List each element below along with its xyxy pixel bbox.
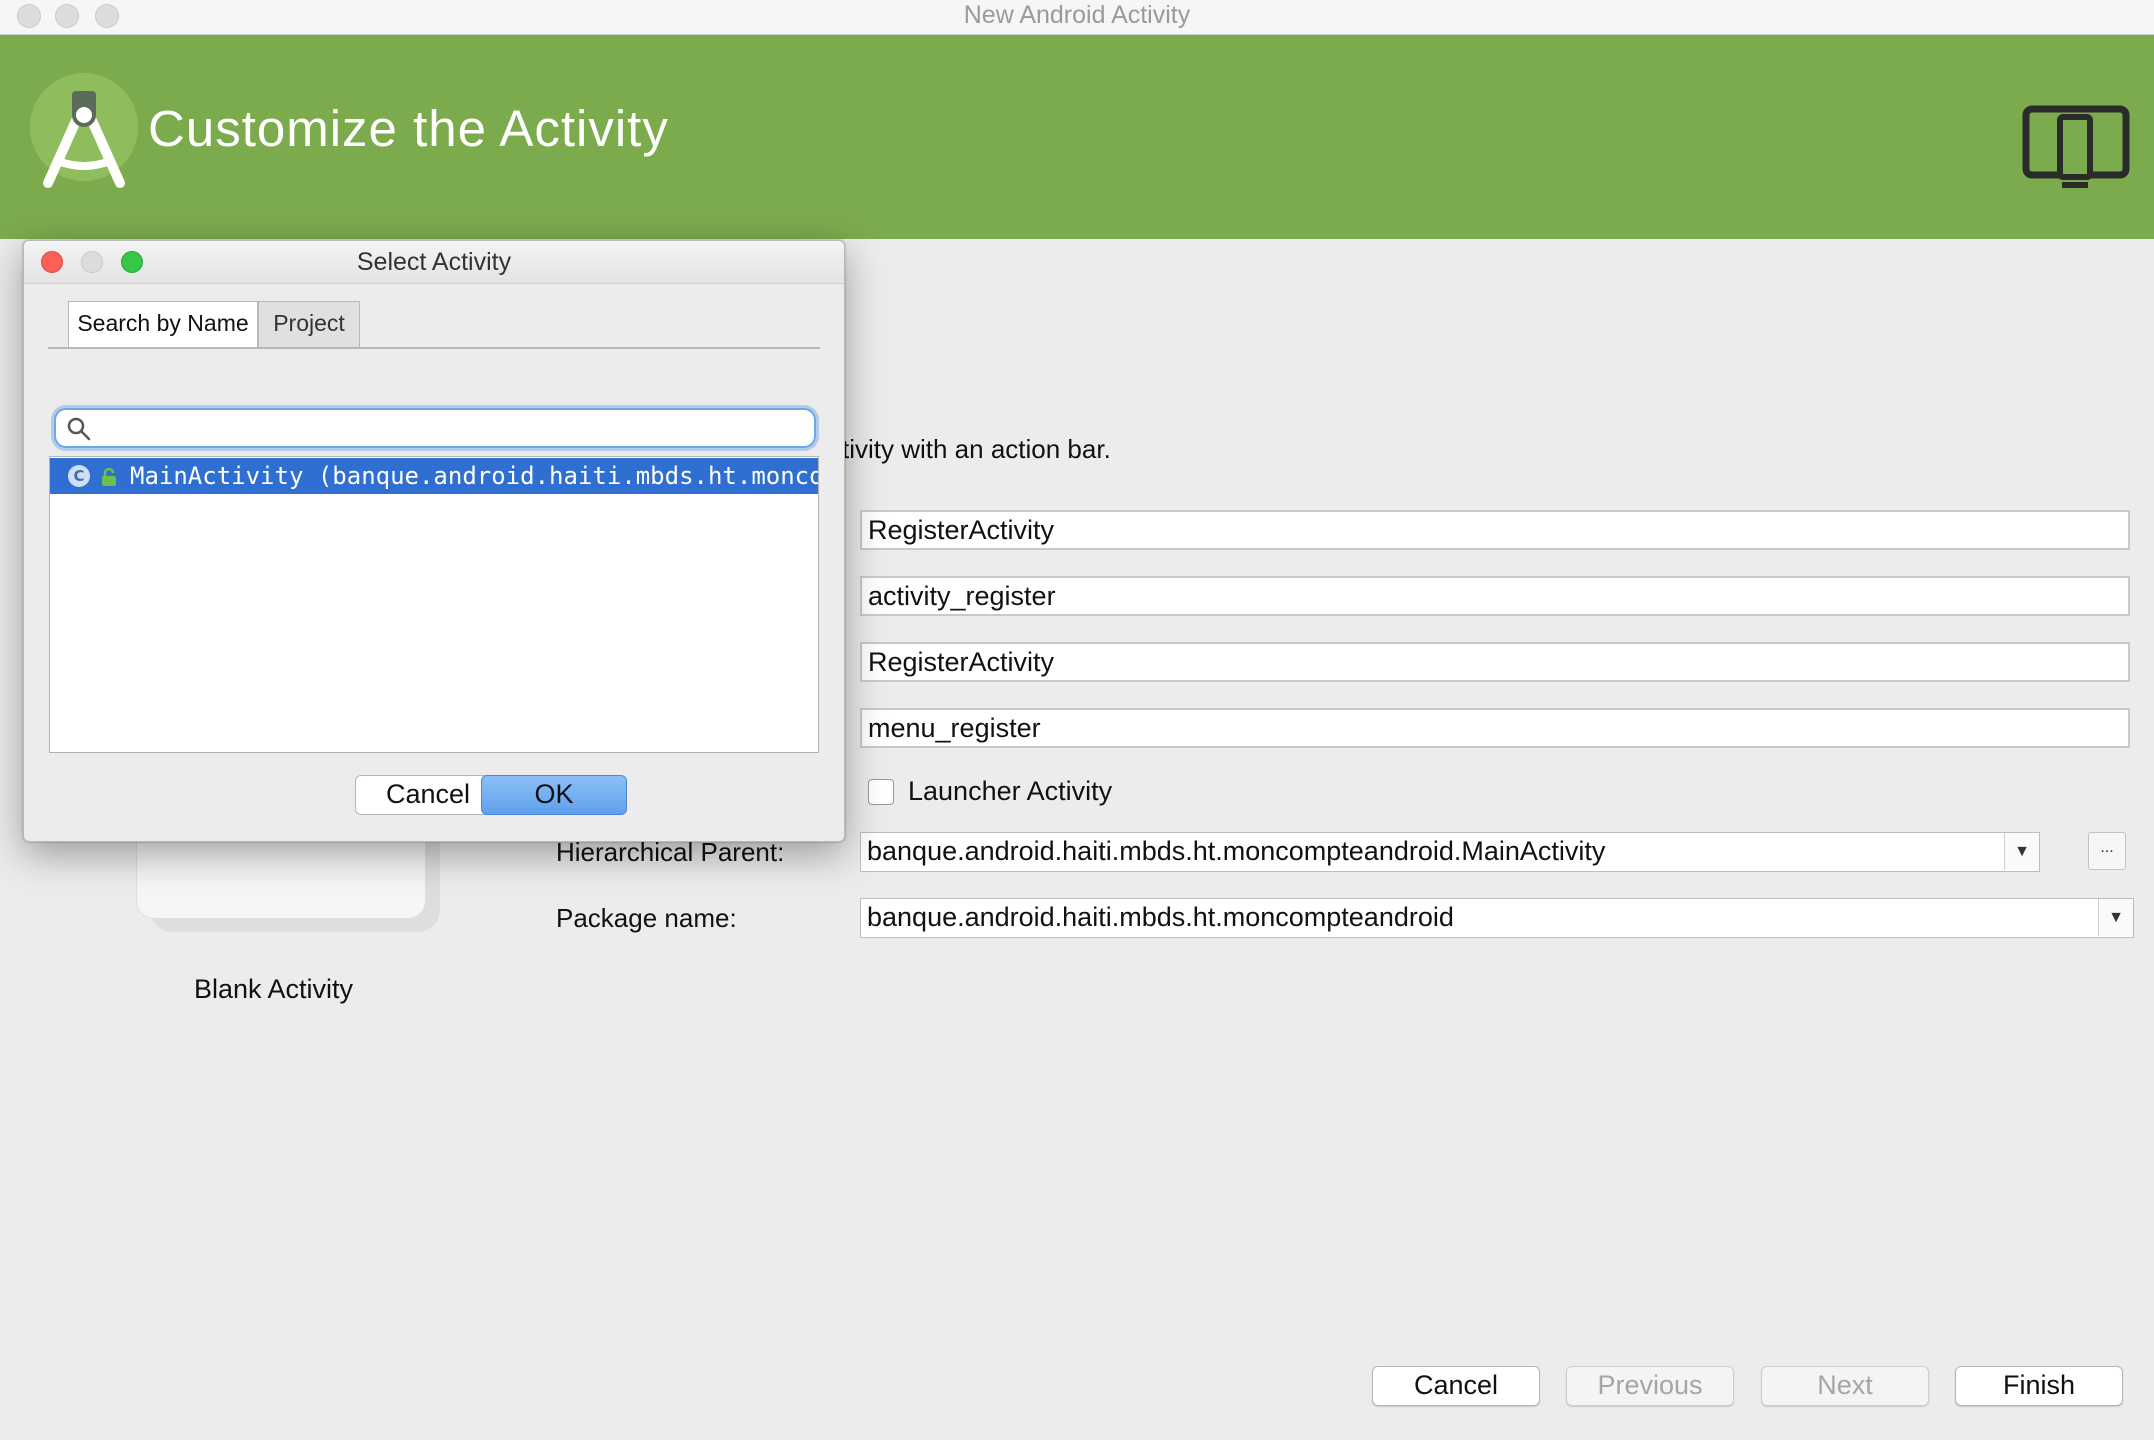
search-icon — [67, 417, 91, 441]
package-name-value: banque.android.haiti.mbds.ht.moncomptean… — [867, 902, 1454, 932]
window-titlebar: New Android Activity — [0, 0, 2154, 35]
hierarchical-parent-combo[interactable]: banque.android.haiti.mbds.ht.moncomptean… — [860, 832, 2040, 872]
tab-project[interactable]: Project — [258, 301, 360, 347]
dialog-ok-button[interactable]: OK — [481, 775, 627, 815]
template-label: Blank Activity — [194, 974, 354, 1004]
android-studio-logo-icon — [30, 73, 138, 188]
cancel-button[interactable]: Cancel — [1372, 1366, 1540, 1406]
template-description: tivity with an action bar. — [842, 434, 1111, 464]
device-form-factor-icon — [2022, 105, 2130, 188]
wizard-header: Customize the Activity — [0, 35, 2154, 239]
lock-icon — [102, 467, 116, 486]
browse-parent-button[interactable]: ... — [2088, 832, 2126, 870]
title-field[interactable]: RegisterActivity — [860, 642, 2130, 682]
list-item[interactable]: C MainActivity (banque.android.haiti.mbd… — [50, 458, 818, 494]
activity-search-input[interactable] — [54, 408, 816, 448]
previous-button[interactable]: Previous — [1566, 1366, 1734, 1406]
window-title: New Android Activity — [963, 1, 1191, 29]
activity-name-field[interactable]: RegisterActivity — [860, 510, 2130, 550]
dialog-titlebar: Select Activity — [24, 241, 844, 284]
next-button[interactable]: Next — [1761, 1366, 1929, 1406]
tab-search-by-name[interactable]: Search by Name — [68, 301, 258, 347]
chevron-down-icon[interactable]: ▼ — [2098, 899, 2133, 936]
chevron-down-icon[interactable]: ▼ — [2004, 833, 2039, 870]
finish-button[interactable]: Finish — [1955, 1366, 2123, 1406]
package-name-combo[interactable]: banque.android.haiti.mbds.ht.moncomptean… — [860, 898, 2134, 938]
activity-results-list[interactable]: C MainActivity (banque.android.haiti.mbd… — [49, 456, 819, 753]
layout-name-field[interactable]: activity_register — [860, 576, 2130, 616]
result-text: MainActivity (banque.android.haiti.mbds.… — [130, 462, 818, 490]
select-activity-dialog: Select Activity Search by Name Project C… — [23, 240, 845, 842]
page-title: Customize the Activity — [148, 100, 669, 157]
dialog-cancel-button[interactable]: Cancel — [355, 775, 501, 815]
hierarchical-parent-value: banque.android.haiti.mbds.ht.moncomptean… — [867, 836, 1606, 866]
class-icon: C — [68, 465, 90, 487]
launcher-activity-label: Launcher Activity — [908, 776, 1113, 806]
package-name-label: Package name: — [556, 903, 737, 933]
launcher-activity-checkbox[interactable] — [868, 779, 894, 805]
dialog-title: Select Activity — [356, 248, 512, 276]
tab-divider — [48, 347, 820, 349]
menu-resource-name-field[interactable]: menu_register — [860, 708, 2130, 748]
